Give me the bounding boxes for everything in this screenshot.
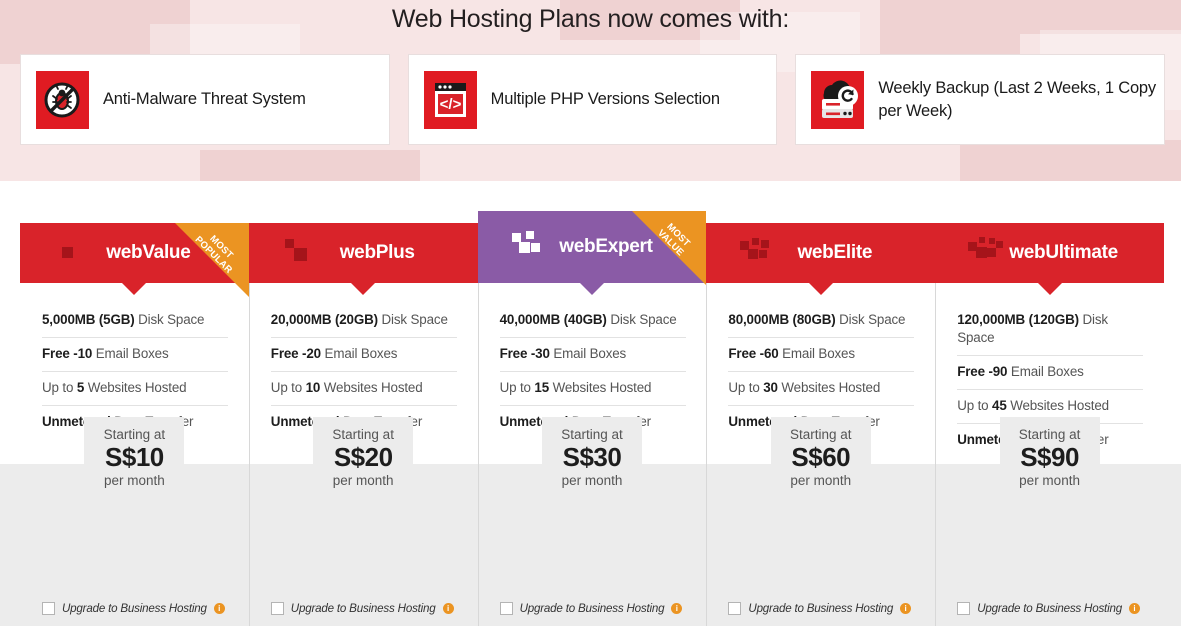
price-period: per month bbox=[103, 472, 165, 488]
plan-header: webValue MOST POPULAR bbox=[20, 223, 249, 297]
plan-card-webplus[interactable]: webPlus 20,000MB (20GB) Disk Space Free … bbox=[248, 181, 478, 626]
upgrade-business-hosting-checkbox[interactable] bbox=[957, 602, 971, 615]
upsell-row[interactable]: Upgrade to Business Hosting i bbox=[499, 602, 683, 615]
upsell-row[interactable]: Upgrade to Business Hosting i bbox=[728, 602, 912, 615]
column-divider bbox=[20, 269, 21, 626]
promo-banner: Web Hosting Plans now comes with: Anti-M… bbox=[0, 0, 1181, 181]
plan-name: webValue bbox=[106, 242, 191, 263]
upsell-label: Upgrade to Business Hosting bbox=[290, 602, 436, 615]
plan-price-box: Starting at S$20 per month bbox=[313, 417, 414, 500]
upsell-row[interactable]: Upgrade to Business Hosting i bbox=[957, 602, 1140, 615]
banner-texture bbox=[960, 140, 1181, 181]
price-period: per month bbox=[790, 472, 852, 488]
price-period: per month bbox=[332, 472, 394, 488]
plan-name: webUltimate bbox=[1009, 242, 1118, 263]
header-notch bbox=[1036, 282, 1063, 295]
price-prefix: Starting at bbox=[103, 427, 166, 442]
header-notch bbox=[121, 282, 148, 295]
feature-email-boxes: Free -10 Email Boxes bbox=[42, 345, 228, 373]
plan-price-box: Starting at S$10 per month bbox=[84, 417, 185, 500]
info-icon[interactable]: i bbox=[442, 603, 454, 614]
feature-disk-space: 20,000MB (20GB) Disk Space bbox=[270, 311, 457, 339]
plan-header: webUltimate bbox=[935, 223, 1164, 295]
price-amount: S$90 bbox=[1020, 442, 1079, 472]
feature-box-weekly-backup: Weekly Backup (Last 2 Weeks, 1 Copy per … bbox=[795, 54, 1166, 145]
feature-highlights: Anti-Malware Threat System </> Multiple … bbox=[20, 54, 1166, 145]
plan-header: webPlus bbox=[248, 223, 478, 295]
plan-header: webElite bbox=[706, 223, 936, 295]
price-prefix: Starting at bbox=[332, 427, 394, 442]
anti-malware-icon bbox=[36, 70, 89, 129]
feature-websites: Up to 30 Websites Hosted bbox=[728, 379, 915, 407]
feature-email-boxes: Free -60 Email Boxes bbox=[728, 345, 915, 373]
plan-price-box: Starting at S$90 per month bbox=[999, 417, 1100, 500]
plan-card-webelite[interactable]: webElite 80,000MB (80GB) Disk Space Free… bbox=[706, 181, 936, 626]
upsell-label: Upgrade to Business Hosting bbox=[62, 602, 207, 615]
feature-box-anti-malware: Anti-Malware Threat System bbox=[20, 54, 390, 145]
page-title: Web Hosting Plans now comes with: bbox=[391, 5, 790, 33]
svg-text:</>: </> bbox=[439, 96, 461, 113]
upsell-row[interactable]: Upgrade to Business Hosting i bbox=[270, 602, 454, 615]
header-notch bbox=[578, 282, 605, 295]
feature-disk-space: 120,000MB (120GB) Disk Space bbox=[957, 311, 1144, 357]
column-divider bbox=[477, 269, 479, 626]
plan-columns: webValue MOST POPULAR 5,000MB (5GB) Disk … bbox=[20, 181, 1164, 626]
pricing-plans-section: webValue MOST POPULAR 5,000MB (5GB) Disk … bbox=[0, 181, 1181, 626]
feature-disk-space: 40,000MB (40GB) Disk Space bbox=[499, 311, 686, 339]
upgrade-business-hosting-checkbox[interactable] bbox=[270, 602, 284, 615]
plan-price-box: Starting at S$30 per month bbox=[541, 417, 642, 500]
info-icon[interactable]: i bbox=[671, 603, 683, 614]
upsell-label: Upgrade to Business Hosting bbox=[977, 602, 1122, 615]
feature-label: Anti-Malware Threat System bbox=[103, 90, 306, 109]
feature-box-php-versions: </> Multiple PHP Versions Selection bbox=[407, 54, 778, 145]
upgrade-business-hosting-checkbox[interactable] bbox=[728, 602, 742, 615]
upsell-label: Upgrade to Business Hosting bbox=[748, 602, 894, 615]
upsell-label: Upgrade to Business Hosting bbox=[519, 602, 665, 615]
info-icon[interactable]: i bbox=[213, 603, 225, 614]
banner-texture bbox=[200, 150, 420, 181]
plan-card-webvalue[interactable]: webValue MOST POPULAR 5,000MB (5GB) Disk … bbox=[20, 181, 249, 626]
feature-websites: Up to 5 Websites Hosted bbox=[42, 379, 228, 407]
price-amount: S$20 bbox=[333, 442, 393, 472]
feature-email-boxes: Free -20 Email Boxes bbox=[270, 345, 457, 373]
upsell-row[interactable]: Upgrade to Business Hosting i bbox=[42, 602, 225, 615]
price-period: per month bbox=[561, 472, 623, 488]
header-notch bbox=[807, 282, 834, 295]
plan-name: webPlus bbox=[339, 242, 415, 263]
plan-name: webExpert bbox=[559, 236, 653, 257]
plan-card-webultimate[interactable]: webUltimate 120,000MB (120GB) Disk Space… bbox=[935, 181, 1164, 626]
plan-name: webElite bbox=[797, 242, 873, 263]
feature-label: Multiple PHP Versions Selection bbox=[490, 90, 720, 109]
price-amount: S$30 bbox=[562, 442, 622, 472]
info-icon[interactable]: i bbox=[1128, 603, 1140, 614]
upgrade-business-hosting-checkbox[interactable] bbox=[499, 602, 513, 615]
header-notch bbox=[350, 282, 377, 295]
cloud-backup-icon bbox=[811, 70, 865, 129]
php-code-icon: </> bbox=[423, 70, 477, 129]
price-amount: S$10 bbox=[105, 442, 164, 472]
info-icon[interactable]: i bbox=[900, 603, 912, 614]
price-prefix: Starting at bbox=[790, 427, 852, 442]
column-divider bbox=[248, 269, 250, 626]
feature-email-boxes: Free -30 Email Boxes bbox=[499, 345, 686, 373]
feature-websites: Up to 15 Websites Hosted bbox=[499, 379, 686, 407]
column-divider bbox=[935, 269, 937, 626]
price-period: per month bbox=[1019, 472, 1080, 488]
price-prefix: Starting at bbox=[1018, 427, 1081, 442]
plan-price-box: Starting at S$60 per month bbox=[770, 417, 871, 500]
feature-disk-space: 80,000MB (80GB) Disk Space bbox=[728, 311, 915, 339]
plan-header: webExpert MOST VALUE bbox=[477, 211, 707, 295]
price-prefix: Starting at bbox=[561, 427, 623, 442]
feature-disk-space: 5,000MB (5GB) Disk Space bbox=[42, 311, 228, 339]
plan-card-webexpert[interactable]: webExpert MOST VALUE 40,000MB (40GB) Disk… bbox=[477, 181, 707, 626]
price-amount: S$60 bbox=[791, 442, 851, 472]
feature-label: Weekly Backup (Last 2 Weeks, 1 Copy per … bbox=[878, 79, 1156, 120]
feature-email-boxes: Free -90 Email Boxes bbox=[957, 363, 1144, 391]
column-divider bbox=[706, 269, 708, 626]
upgrade-business-hosting-checkbox[interactable] bbox=[42, 602, 55, 615]
feature-websites: Up to 10 Websites Hosted bbox=[270, 379, 457, 407]
